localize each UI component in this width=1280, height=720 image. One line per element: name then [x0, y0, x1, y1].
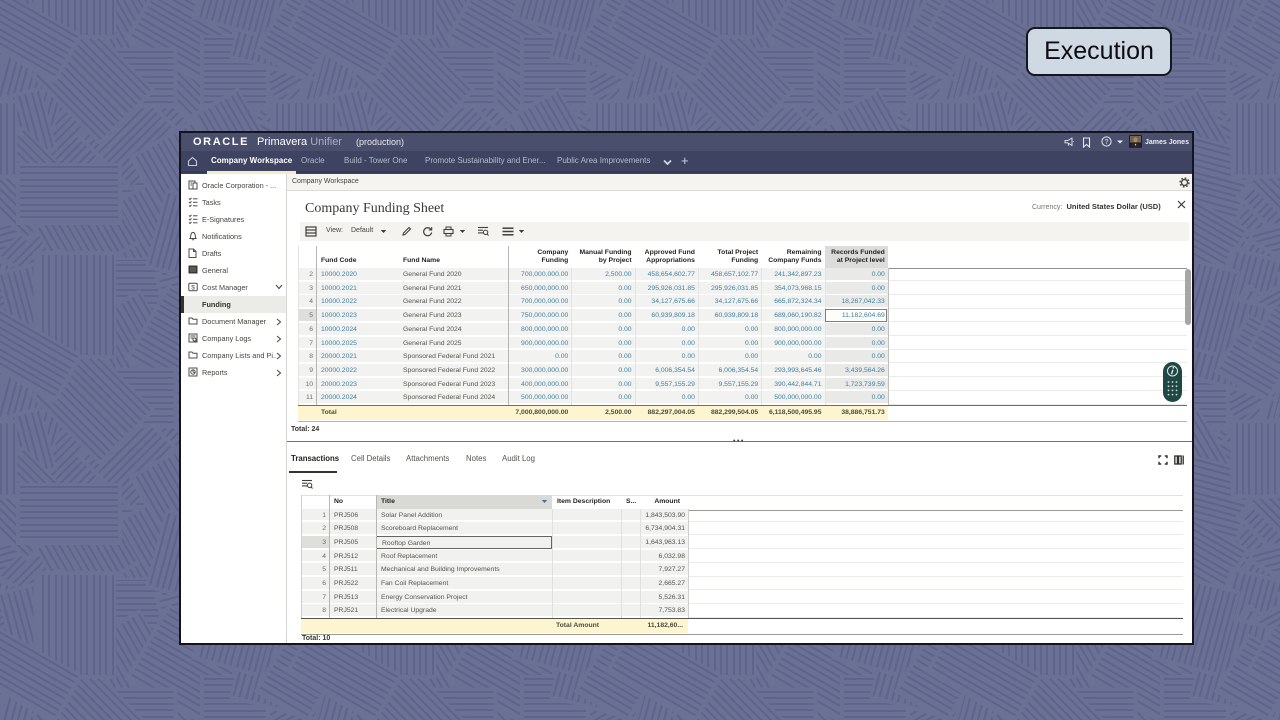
svg-text:$: $	[191, 284, 195, 291]
svg-text:?: ?	[1105, 139, 1109, 146]
